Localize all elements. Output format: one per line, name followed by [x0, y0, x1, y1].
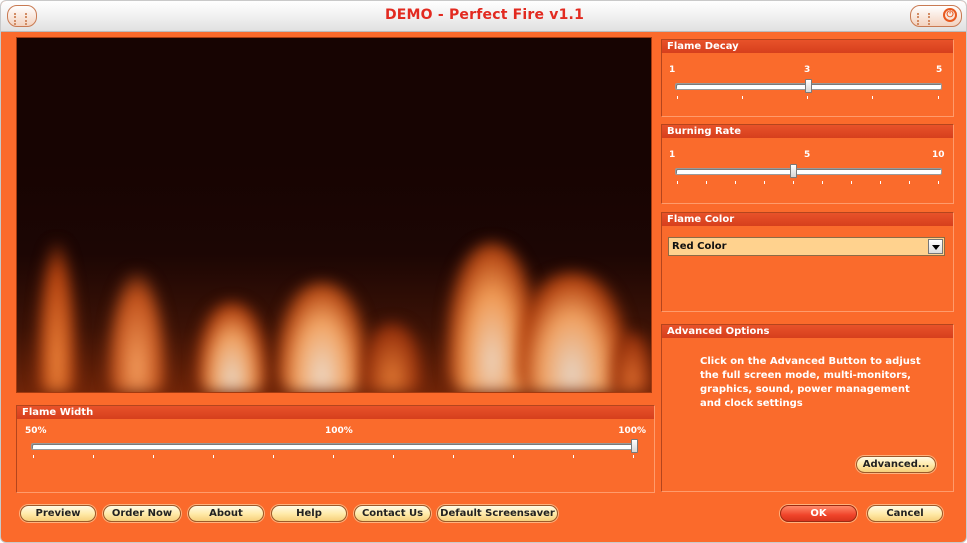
slider-tick: [677, 181, 678, 184]
slider-min-label: 1: [669, 65, 676, 75]
slider-tick: [273, 455, 274, 458]
flame: [517, 272, 627, 392]
slider-tick: [822, 181, 823, 184]
flame: [612, 332, 651, 392]
advanced-options-panel: Advanced Options Click on the Advanced B…: [661, 324, 954, 492]
flame-width-slider-thumb[interactable]: [631, 439, 638, 453]
slider-tick: [938, 181, 939, 184]
panel-header: Flame Color: [662, 213, 953, 226]
power-icon: ⏻: [943, 8, 957, 22]
slider-tick: [764, 181, 765, 184]
fire-preview: [16, 37, 652, 393]
flame-decay-slider-thumb[interactable]: [805, 79, 812, 93]
slider-tick: [880, 181, 881, 184]
panel-header: Flame Decay: [662, 40, 953, 53]
slider-tick: [33, 455, 34, 458]
slider-mid-label: 5: [804, 150, 811, 160]
slider-tick: [213, 455, 214, 458]
about-button[interactable]: About: [188, 505, 264, 522]
slider-tick: [807, 96, 808, 99]
slider-tick: [706, 181, 707, 184]
title-bar[interactable]: DEMO - Perfect Fire v1.1 ⏻: [1, 1, 966, 32]
slider-tick: [153, 455, 154, 458]
slider-mid-label: 100%: [325, 426, 353, 436]
cancel-button[interactable]: Cancel: [867, 505, 943, 522]
flame: [197, 302, 267, 392]
slider-max-label: 10: [932, 150, 945, 160]
flame-decay-panel: Flame Decay 1 3 5: [661, 39, 954, 117]
slider-tick: [333, 455, 334, 458]
slider-tick: [909, 181, 910, 184]
slider-max-label: 5: [936, 65, 943, 75]
panel-header: Burning Rate: [662, 125, 953, 138]
panel-header: Flame Width: [17, 406, 654, 419]
flame: [107, 272, 167, 392]
slider-min-label: 50%: [25, 426, 47, 436]
panel-header: Advanced Options: [662, 325, 953, 338]
slider-max-label: 100%: [618, 426, 646, 436]
slider-tick: [573, 455, 574, 458]
burning-rate-slider[interactable]: [675, 168, 942, 175]
ok-button[interactable]: OK: [780, 505, 857, 522]
slider-tick: [93, 455, 94, 458]
flame-width-panel: Flame Width 50% 100% 100%: [16, 405, 655, 493]
default-screensaver-button[interactable]: Default Screensaver: [437, 505, 558, 522]
slider-mid-label: 3: [804, 65, 811, 75]
flame-width-slider[interactable]: [31, 443, 636, 450]
advanced-options-description: Click on the Advanced Button to adjust t…: [700, 356, 921, 409]
slider-tick: [872, 96, 873, 99]
flame-color-panel: Flame Color Red Color: [661, 212, 954, 312]
window-title: DEMO - Perfect Fire v1.1: [384, 7, 585, 23]
order-now-button[interactable]: Order Now: [103, 505, 181, 522]
slider-tick: [633, 455, 634, 458]
slider-tick: [735, 181, 736, 184]
chevron-down-icon[interactable]: [928, 239, 943, 254]
slider-tick: [677, 96, 678, 99]
flame: [37, 242, 77, 392]
slider-tick: [513, 455, 514, 458]
slider-tick: [938, 96, 939, 99]
contact-us-button[interactable]: Contact Us: [354, 505, 431, 522]
flame-color-select-value: Red Color: [672, 241, 727, 252]
preview-button[interactable]: Preview: [20, 505, 96, 522]
help-button[interactable]: Help: [271, 505, 347, 522]
slider-tick: [453, 455, 454, 458]
grip-icon: [917, 13, 930, 25]
slider-min-label: 1: [669, 150, 676, 160]
burning-rate-panel: Burning Rate 1 5 10: [661, 124, 954, 204]
burning-rate-slider-thumb[interactable]: [790, 164, 797, 178]
flame: [277, 282, 367, 392]
flame-color-select[interactable]: Red Color: [668, 237, 945, 256]
slider-tick: [742, 96, 743, 99]
app-window: DEMO - Perfect Fire v1.1 ⏻ Flame Width 5…: [0, 0, 967, 543]
flame: [362, 322, 422, 392]
close-button[interactable]: ⏻: [910, 5, 962, 27]
slider-tick: [793, 181, 794, 184]
slider-tick: [851, 181, 852, 184]
slider-tick: [393, 455, 394, 458]
advanced-button[interactable]: Advanced...: [856, 456, 936, 473]
